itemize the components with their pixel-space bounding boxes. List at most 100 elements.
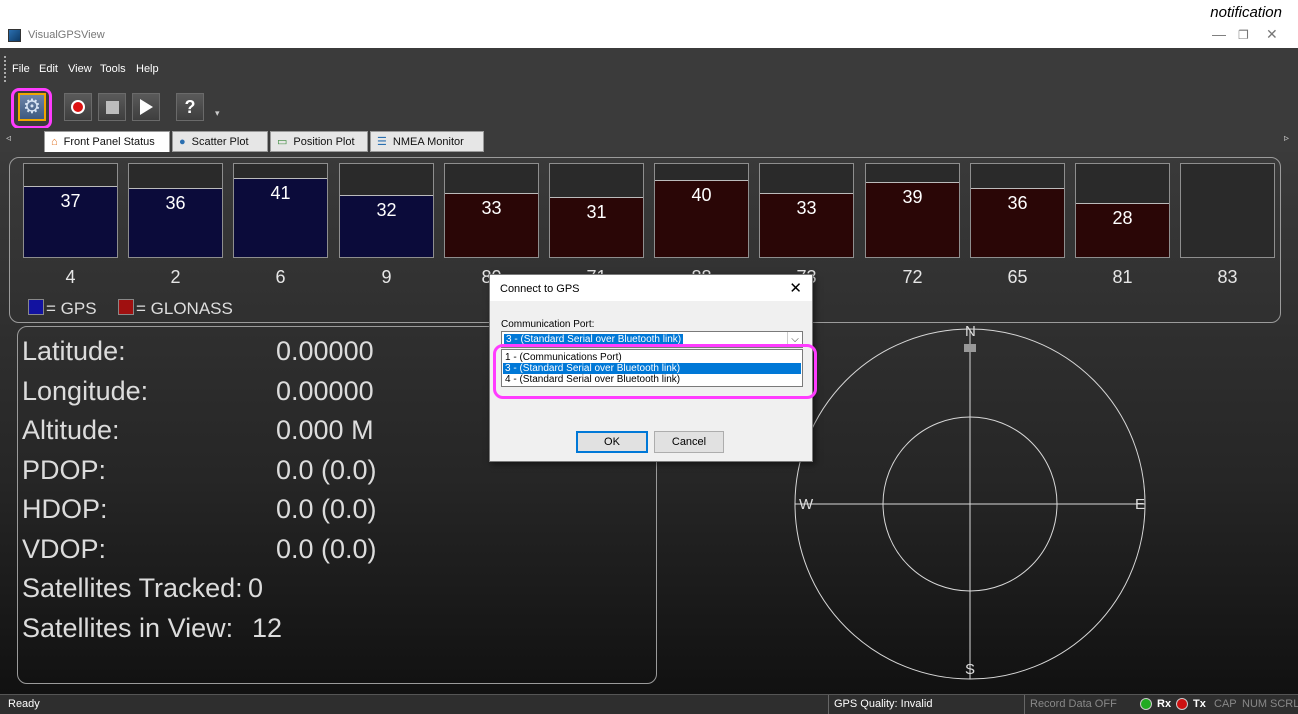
- info-value: 12: [252, 613, 283, 643]
- globe-icon: ●: [179, 135, 186, 148]
- restore-button[interactable]: ❐: [1238, 28, 1249, 42]
- gps-legend-label: = GPS: [46, 299, 97, 318]
- satellite-id-label: 83: [1217, 267, 1238, 287]
- signal-bar-71: 31: [549, 163, 644, 258]
- toolbar: ⚙ ? ▾: [0, 88, 1298, 129]
- tab-label: Position Plot: [293, 135, 355, 148]
- info-value: 0: [248, 573, 264, 603]
- notification-label: notification: [1210, 4, 1282, 21]
- close-button[interactable]: ✕: [1266, 26, 1278, 43]
- signal-bar-6: 41: [233, 163, 328, 258]
- ok-button[interactable]: OK: [576, 431, 648, 453]
- signal-bar-72: 39: [865, 163, 960, 258]
- info-label: VDOP:: [22, 534, 107, 564]
- status-scrl: SCRL: [1270, 698, 1298, 710]
- window-title: VisualGPSView: [28, 29, 105, 41]
- signal-bar-83: [1180, 163, 1275, 258]
- gps-legend-swatch: [28, 299, 44, 315]
- compass-north: N: [965, 323, 976, 340]
- dialog-title: Connect to GPS: [500, 283, 580, 295]
- satellite-marker: [964, 344, 976, 352]
- satellite-id-label: 4: [65, 267, 76, 287]
- info-label: Longitude:: [22, 376, 149, 406]
- signal-bar-81: 28: [1075, 163, 1170, 258]
- tab-position-plot[interactable]: ▭ Position Plot: [270, 131, 368, 152]
- signal-bar-value: 31: [586, 202, 607, 222]
- info-label: Satellites Tracked:: [22, 573, 243, 603]
- satellite-id-label: 9: [381, 267, 392, 287]
- signal-bar-value: 36: [1007, 193, 1028, 213]
- signal-bar-73: 33: [759, 163, 854, 258]
- signal-bar-88: 40: [654, 163, 749, 258]
- status-ready: Ready: [8, 698, 40, 710]
- info-value: 0.00000: [276, 376, 374, 406]
- info-value: 0.00000: [276, 336, 374, 366]
- satellite-id-label: 65: [1007, 267, 1028, 287]
- menu-file[interactable]: File: [12, 63, 30, 75]
- stop-button[interactable]: [98, 93, 126, 121]
- status-cap: CAP: [1214, 698, 1237, 710]
- toolbar-overflow-icon[interactable]: ▾: [215, 108, 220, 119]
- document-icon: ☰: [377, 136, 387, 148]
- tab-scroll-right-icon[interactable]: ▹: [1284, 133, 1289, 144]
- app-icon: [8, 29, 21, 42]
- info-label: Latitude:: [22, 336, 126, 366]
- help-button[interactable]: ?: [176, 93, 204, 121]
- play-button[interactable]: [132, 93, 160, 121]
- menu-view[interactable]: View: [68, 63, 92, 75]
- help-icon: ?: [184, 96, 196, 117]
- tab-nmea-monitor[interactable]: ☰ NMEA Monitor: [370, 131, 484, 152]
- compass-west: W: [799, 496, 814, 513]
- menu-bar: File Edit View Tools Help: [0, 48, 1298, 88]
- status-tx: Tx: [1193, 698, 1206, 710]
- signal-bar-65: 36: [970, 163, 1065, 258]
- dialog-titlebar: Connect to GPS ✕: [490, 275, 812, 301]
- dialog-close-button[interactable]: ✕: [789, 279, 802, 297]
- signal-bar-value: 39: [902, 187, 923, 207]
- signal-bar-9: 32: [339, 163, 434, 258]
- signal-bar-4: 37: [23, 163, 118, 258]
- satellite-id-label: 2: [170, 267, 181, 287]
- minimize-button[interactable]: —: [1212, 26, 1226, 42]
- satellite-id-label: 72: [902, 267, 923, 287]
- menu-help[interactable]: Help: [136, 63, 159, 75]
- info-value: 0.0 (0.0): [276, 494, 377, 524]
- signal-bar-2: 36: [128, 163, 223, 258]
- grip-handle[interactable]: [4, 56, 6, 82]
- tab-bar: ◃ ⌂ Front Panel Status ● Scatter Plot ▭ …: [0, 128, 1298, 152]
- signal-bar-value: 41: [270, 183, 291, 203]
- compass-south: S: [965, 661, 975, 678]
- tab-label: Front Panel Status: [63, 136, 155, 148]
- rx-led-icon: [1140, 698, 1152, 710]
- signal-bar-value: 33: [796, 198, 817, 218]
- status-gps-quality: GPS Quality: Invalid: [834, 698, 933, 710]
- record-icon: [71, 100, 85, 114]
- info-label: HDOP:: [22, 494, 108, 524]
- signal-bar-value: 36: [165, 193, 186, 213]
- satellite-id-label: 6: [275, 267, 286, 287]
- status-num: NUM: [1242, 698, 1268, 710]
- play-icon: [139, 99, 153, 115]
- tx-led-icon: [1176, 698, 1188, 710]
- menu-edit[interactable]: Edit: [39, 63, 58, 75]
- status-rx: Rx: [1157, 698, 1172, 710]
- tab-front-panel-status[interactable]: ⌂ Front Panel Status: [44, 131, 170, 152]
- compass-east: E: [1135, 496, 1145, 513]
- cancel-button[interactable]: Cancel: [654, 431, 724, 453]
- dropdown-highlight-ring: [493, 344, 817, 399]
- info-label: Altitude:: [22, 415, 120, 445]
- menu-tools[interactable]: Tools: [100, 63, 126, 75]
- sky-plot: N S E W: [794, 323, 1146, 680]
- info-value: 0.0 (0.0): [276, 455, 377, 485]
- signal-bar-value: 28: [1112, 208, 1133, 228]
- info-value: 0.000 M: [276, 415, 374, 445]
- tab-scatter-plot[interactable]: ● Scatter Plot: [172, 131, 268, 152]
- highlight-ring: [11, 88, 52, 129]
- signal-bar-value: 32: [376, 200, 397, 220]
- signal-bar-value: 33: [481, 198, 502, 218]
- chart-icon: ▭: [277, 136, 288, 148]
- record-button[interactable]: [64, 93, 92, 121]
- info-value: 0.0 (0.0): [276, 534, 377, 564]
- tab-label: NMEA Monitor: [392, 135, 464, 148]
- tab-scroll-left-icon[interactable]: ◃: [6, 133, 11, 144]
